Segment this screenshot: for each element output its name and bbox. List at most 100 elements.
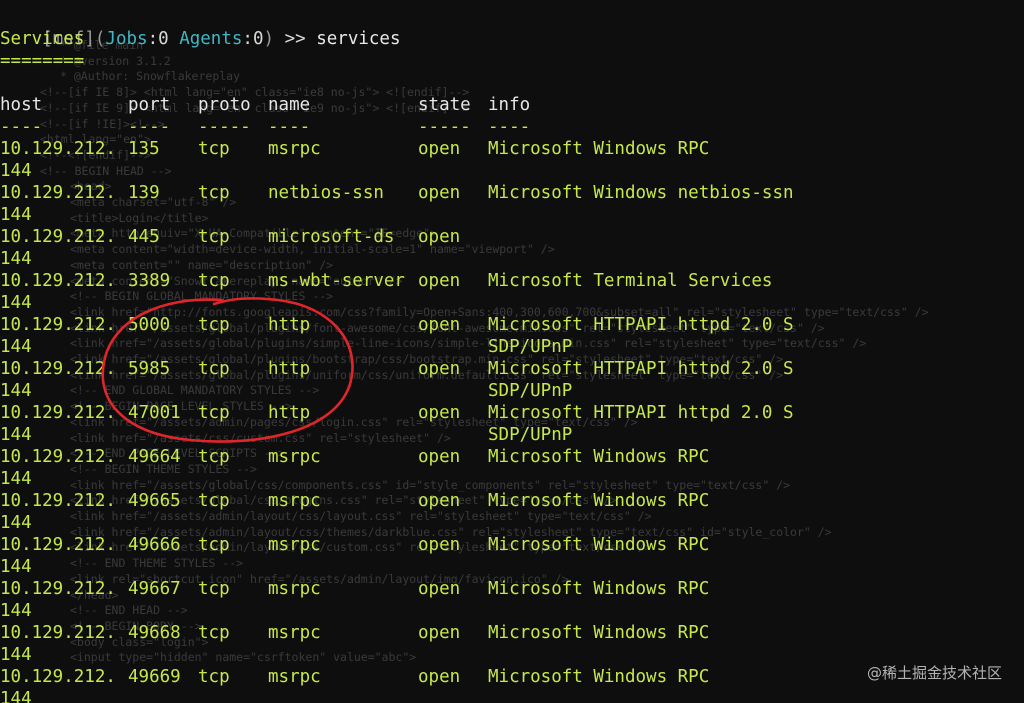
cell-proto: tcp [198, 315, 230, 335]
cell-proto: tcp [198, 667, 230, 687]
cell-proto: tcp [198, 139, 230, 159]
cell-name: ms-wbt-server [268, 271, 405, 291]
cell-port: 445 [128, 227, 160, 247]
cell-proto: tcp [198, 403, 230, 423]
cell-port: 49668 [128, 623, 181, 643]
cell-host: 10.129.212. [0, 491, 116, 511]
table-row: 10.129.212. 445 tcp microsoft-ds open [0, 226, 1024, 248]
terminal-window[interactable]: * @file main * @version 3.1.2 * @Author: S… [0, 0, 1024, 703]
cell-name: msrpc [268, 579, 321, 599]
cell-host: 10.129.212. [0, 535, 116, 555]
cell-name: msrpc [268, 623, 321, 643]
cell-name: msrpc [268, 491, 321, 511]
cell-port: 5985 [128, 359, 171, 379]
cell-host-wrap: 144 [0, 513, 32, 533]
cell-port: 49665 [128, 491, 181, 511]
cell-proto: tcp [198, 227, 230, 247]
cell-host: 10.129.212. [0, 359, 116, 379]
separator-host: ---- [0, 117, 43, 137]
cell-info: Microsoft Windows RPC [488, 491, 710, 511]
separator-state: ----- [418, 117, 471, 137]
ghost-line: * @Author: Snowflakereplay [60, 69, 241, 84]
cell-info: Microsoft Windows RPC [488, 579, 710, 599]
table-row: 10.129.212. 5985 tcp http open Microsoft… [0, 358, 1024, 380]
separator-proto: ----- [198, 117, 251, 137]
cell-port: 49666 [128, 535, 181, 555]
table-row-wrap: 144 [0, 512, 1024, 534]
cell-host: 10.129.212. [0, 579, 116, 599]
table-separator-row: ---- ---- ----- ---- ----- ---- [0, 116, 1024, 138]
cell-host: 10.129.212. [0, 315, 116, 335]
prompt-jobs-sep: : [147, 29, 159, 49]
cell-host: 10.129.212. [0, 183, 116, 203]
cell-host-wrap: 144 [0, 689, 32, 703]
cell-info: Microsoft HTTPAPI httpd 2.0 S [488, 359, 794, 379]
services-title: Services [0, 29, 85, 49]
cell-info: Microsoft Windows netbios-ssn [488, 183, 794, 203]
prompt-command[interactable]: services [316, 29, 400, 49]
cell-state: open [418, 315, 461, 335]
table-row-wrap: 144 [0, 160, 1024, 182]
cell-state: open [418, 579, 461, 599]
table-row-wrap: 144 [0, 688, 1024, 703]
table-row-wrap: 144 [0, 248, 1024, 270]
cell-state: open [418, 183, 461, 203]
cell-proto: tcp [198, 447, 230, 467]
table-row-wrap: 144 SDP/UPnP [0, 380, 1024, 402]
cell-state: open [418, 139, 461, 159]
cell-host-wrap: 144 [0, 249, 32, 269]
header-info: info [488, 95, 531, 115]
header-host: host [0, 95, 43, 115]
prompt-jobs-value: 0 [158, 29, 169, 49]
prompt-jobs-label: Jobs [105, 29, 148, 49]
cell-info-wrap: SDP/UPnP [488, 425, 573, 445]
cell-port: 47001 [128, 403, 181, 423]
prompt-agents-sep: : [242, 29, 253, 49]
cell-info: Microsoft Windows RPC [488, 447, 710, 467]
cell-port: 49669 [128, 667, 181, 687]
cell-port: 49664 [128, 447, 181, 467]
cell-host: 10.129.212. [0, 667, 116, 687]
separator-port: ---- [128, 117, 171, 137]
header-port: port [128, 95, 171, 115]
cell-proto: tcp [198, 271, 230, 291]
cell-info: Microsoft Windows RPC [488, 535, 710, 555]
cell-state: open [418, 271, 461, 291]
cell-proto: tcp [198, 623, 230, 643]
table-row: 10.129.212. 139 tcp netbios-ssn open Mic… [0, 182, 1024, 204]
cell-info: Microsoft Terminal Services [488, 271, 773, 291]
table-row: 10.129.212. 49668 tcp msrpc open Microso… [0, 622, 1024, 644]
cell-name: msrpc [268, 535, 321, 555]
prompt-arrow: >> [274, 29, 317, 49]
header-proto: proto [198, 95, 251, 115]
cell-info: Microsoft Windows RPC [488, 623, 710, 643]
cell-state: open [418, 667, 461, 687]
header-state: state [418, 95, 471, 115]
prompt-agents-value: 0 [252, 29, 264, 49]
cell-name: microsoft-ds [268, 227, 395, 247]
table-row-wrap: 144 SDP/UPnP [0, 336, 1024, 358]
table-row-wrap: 144 [0, 556, 1024, 578]
table-row: 10.129.212. 135 tcp msrpc open Microsoft… [0, 138, 1024, 160]
cell-name: msrpc [268, 667, 321, 687]
cell-host-wrap: 144 [0, 469, 32, 489]
cell-port: 139 [128, 183, 160, 203]
table-header-row: host port proto name state info [0, 94, 1024, 116]
cell-host: 10.129.212. [0, 623, 116, 643]
cell-info: Microsoft Windows RPC [488, 139, 710, 159]
cell-host-wrap: 144 [0, 557, 32, 577]
table-row: 10.129.212. 49666 tcp msrpc open Microso… [0, 534, 1024, 556]
cell-name: http [268, 315, 311, 335]
cell-host-wrap: 144 [0, 425, 32, 445]
cell-proto: tcp [198, 359, 230, 379]
cell-host-wrap: 144 [0, 645, 32, 665]
cell-host-wrap: 144 [0, 205, 32, 225]
cell-info-wrap: SDP/UPnP [488, 381, 573, 401]
cell-info-wrap: SDP/UPnP [488, 337, 573, 357]
cell-state: open [418, 227, 461, 247]
cell-name: netbios-ssn [268, 183, 384, 203]
cell-port: 3389 [128, 271, 171, 291]
separator-info: ---- [488, 117, 531, 137]
prompt-line: [msf](Jobs:0 Agents:0) >> services [0, 6, 400, 49]
